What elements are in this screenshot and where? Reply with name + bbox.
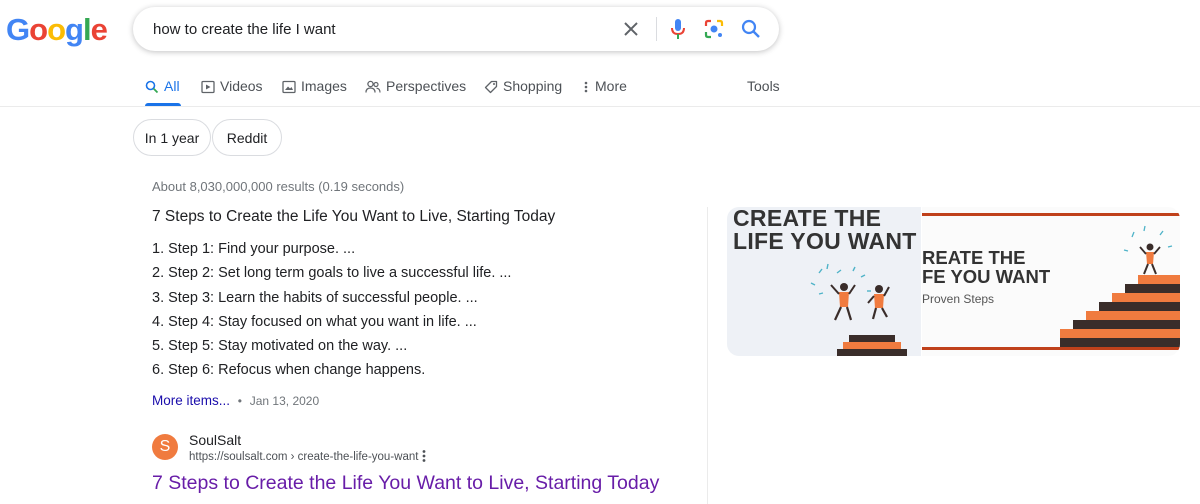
illustration: [810, 263, 907, 356]
more-options-icon[interactable]: [421, 449, 427, 466]
result-title-link[interactable]: 7 Steps to Create the Life You Want to L…: [152, 472, 659, 495]
lens-icon[interactable]: [702, 17, 726, 41]
snippet-title: 7 Steps to Create the Life You Want to L…: [152, 208, 556, 225]
chip-reddit[interactable]: Reddit: [212, 119, 282, 156]
list-item: 1. Step 1: Find your purpose. ...: [152, 241, 356, 257]
list-item: 6. Step 6: Refocus when change happens.: [152, 362, 426, 379]
tab-label: Perspectives: [386, 78, 467, 94]
list-item: 4. Step 4: Stay focused on what you want…: [152, 313, 477, 330]
search-icon: [145, 80, 159, 94]
list-item: 5. Step 5: Stay motivated on the way. ..…: [152, 338, 408, 355]
tab-images[interactable]: Images: [282, 78, 347, 108]
image-icon: [282, 80, 296, 94]
site-name[interactable]: SoulSalt: [189, 432, 241, 448]
tag-icon: [484, 80, 498, 94]
search-icon[interactable]: [739, 17, 763, 41]
play-icon: [201, 80, 215, 94]
more-vert-icon: [584, 81, 588, 93]
tab-shopping[interactable]: Shopping: [484, 78, 562, 108]
logo-letter: o: [29, 12, 48, 47]
site-url[interactable]: https://soulsalt.com › create-the-life-y…: [189, 451, 418, 463]
featured-image-1[interactable]: CREATE THE LIFE YOU WANT: [727, 207, 921, 356]
more-items-link[interactable]: More items...: [152, 393, 230, 408]
search-divider: [656, 17, 657, 41]
logo-letter: o: [47, 12, 66, 47]
column-divider: [707, 207, 708, 504]
logo-letter: g: [65, 12, 84, 47]
search-input[interactable]: [153, 7, 613, 51]
featured-image-2[interactable]: REATE THE FE YOU WANT Proven Steps: [922, 207, 1180, 356]
tab-more[interactable]: More: [582, 78, 627, 108]
staircase-illustration: [1060, 225, 1180, 347]
close-icon[interactable]: [619, 17, 643, 41]
list-item: 3. Step 3: Learn the habits of successfu…: [152, 289, 478, 306]
people-icon: [365, 80, 381, 93]
image-bottom-bar: [922, 347, 1180, 350]
tab-label: Shopping: [503, 78, 563, 94]
site-favicon[interactable]: S: [152, 434, 178, 460]
mic-icon[interactable]: [666, 17, 690, 41]
logo-letter: G: [6, 12, 30, 47]
list-item: 2. Step 2: Set long term goals to live a…: [152, 265, 512, 282]
tab-videos[interactable]: Videos: [201, 78, 263, 108]
snippet-date: Jan 13, 2020: [249, 394, 320, 408]
snippet-footer: More items... • Jan 13, 2020: [152, 393, 319, 408]
tab-perspectives[interactable]: Perspectives: [365, 78, 466, 108]
separator-dot: •: [237, 394, 242, 408]
tab-label: Videos: [220, 78, 263, 94]
snippet-list: 1. Step 1: Find your purpose. ... 2. Ste…: [152, 240, 511, 386]
tools-label: Tools: [747, 78, 780, 94]
tab-label: All: [164, 78, 180, 94]
logo-letter: l: [82, 12, 92, 47]
tab-label: Images: [301, 78, 347, 94]
google-logo[interactable]: Google: [6, 12, 108, 48]
result-stats: About 8,030,000,000 results (0.19 second…: [152, 179, 405, 194]
tab-label: More: [595, 78, 627, 94]
search-box: [133, 7, 779, 51]
tabs-divider: [0, 106, 1200, 107]
chip-in-1-year[interactable]: In 1 year: [133, 119, 211, 156]
logo-letter: e: [90, 12, 108, 47]
tools-button[interactable]: Tools: [747, 78, 780, 108]
